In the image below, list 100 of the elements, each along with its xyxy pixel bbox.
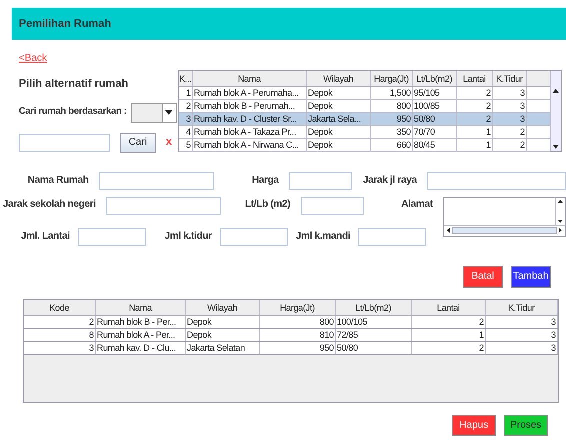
field-label: Nama Rumah: [26, 174, 89, 188]
name-field[interactable]: [98, 172, 214, 190]
search-by-label: Cari rumah berdasarkan :: [19, 105, 127, 120]
field-label: Lt/Lb (m2): [244, 198, 291, 212]
column-header[interactable]: Nama: [193, 71, 307, 86]
column-header[interactable]: Harga(Jt): [260, 300, 336, 314]
table-cell: 2: [412, 342, 486, 354]
column-header[interactable]: K...: [179, 71, 193, 86]
column-header[interactable]: Lt/Lb(m2): [413, 71, 457, 86]
table-cell: 70/70: [413, 126, 457, 138]
field-label: Jarak jl raya: [362, 174, 417, 188]
column-header[interactable]: Lantai: [412, 300, 486, 314]
field-label: Jml k.mandi: [296, 230, 350, 244]
road-distance-field[interactable]: [427, 172, 566, 190]
table-row[interactable]: 3 Rumah kav. D - Clu... Jakarta Selatan 950 50/80 2 3: [24, 342, 558, 354]
table-cell: 8: [24, 328, 96, 340]
floors-field[interactable]: [78, 228, 146, 246]
table-cell: 100/105: [336, 316, 412, 328]
field-label: Jarak sekolah negeri: [2, 198, 96, 212]
table-cell: 350: [371, 126, 413, 138]
table-cell: 1: [457, 139, 493, 151]
table-cell: 50/80: [413, 113, 457, 125]
table-cell: Rumah blok B - Perumah...: [193, 100, 307, 112]
column-header[interactable]: Wilayah: [307, 71, 371, 86]
school-distance-field[interactable]: [106, 196, 221, 214]
scrollbar[interactable]: [550, 71, 561, 151]
column-header[interactable]: Lt/Lb(m2): [336, 300, 412, 314]
scroll-down-icon[interactable]: [556, 218, 565, 224]
table-cell: 810: [260, 328, 336, 340]
table-cell: 660: [371, 139, 413, 151]
bathrooms-field[interactable]: [358, 228, 426, 246]
table-cell: 50/80: [336, 342, 412, 354]
table-cell: Rumah kav. D - Clu...: [96, 342, 186, 354]
cancel-button[interactable]: Batal: [463, 266, 503, 288]
table-cell: Depok: [307, 87, 371, 99]
table-row[interactable]: 5 Rumah blok A - Nirwana C... Depok 660 80/45 1 2: [179, 139, 550, 152]
table-cell: 1: [457, 126, 493, 138]
table-cell: 2: [457, 87, 493, 99]
table-cell: Rumah blok B - Per...: [96, 316, 186, 328]
table-cell: 2: [457, 113, 493, 125]
table-cell: 2: [493, 126, 527, 138]
column-header[interactable]: Wilayah: [186, 300, 260, 314]
column-header[interactable]: K.Tidur: [486, 300, 558, 314]
table-cell: 95/105: [413, 87, 457, 99]
table-cell: 3: [493, 113, 527, 125]
table-cell: Depok: [307, 126, 371, 138]
search-field[interactable]: [19, 134, 110, 152]
table-cell: 80/45: [413, 139, 457, 151]
table-cell: 800: [371, 100, 413, 112]
process-button[interactable]: Proses: [504, 414, 548, 436]
table-cell: 2: [457, 100, 493, 112]
panel-title: Pilih alternatif rumah: [19, 77, 130, 92]
table-cell: Rumah blok A - Nirwana C...: [193, 139, 307, 151]
add-button[interactable]: Tambah: [511, 266, 551, 288]
table-cell: Rumah blok A - Per...: [96, 328, 186, 340]
table-cell: 950: [260, 342, 336, 354]
table-cell: 3: [179, 113, 193, 125]
table-cell: 3: [486, 328, 558, 340]
table-cell: Jakarta Sela...: [307, 113, 371, 125]
table-cell: 3: [24, 342, 96, 354]
column-header[interactable]: K.Tidur: [493, 71, 527, 86]
address-field[interactable]: [443, 196, 566, 236]
table-row[interactable]: 8 Rumah blok A - Per... Depok 810 72/85 1 3: [24, 328, 558, 342]
table-row[interactable]: 3 Rumah kav. D - Cluster Sr... Jakarta Sela... 950 50/80 2 3: [179, 113, 550, 126]
scroll-down-icon[interactable]: [551, 143, 561, 151]
table-cell: Depok: [186, 328, 260, 340]
column-header[interactable]: Harga(Jt): [371, 71, 413, 86]
table-cell: 950: [371, 113, 413, 125]
field-label: Jml. Lantai: [20, 230, 70, 244]
table-row[interactable]: 4 Rumah blok A - Takaza Pr... Depok 350 70/70 1 2: [179, 126, 550, 139]
search-by-dropdown[interactable]: [130, 102, 177, 122]
column-header[interactable]: Nama: [96, 300, 186, 314]
caret-icon: [165, 110, 174, 115]
table-row[interactable]: 2 Rumah blok B - Perumah... Depok 800 100/85 2 3: [179, 100, 550, 113]
scroll-up-icon[interactable]: [551, 87, 561, 95]
table-row[interactable]: 1 Rumah blok A - Perumaha... Depok 1,500 95/105 2 3: [179, 87, 550, 100]
table-cell: 1,500: [371, 87, 413, 99]
bedrooms-field[interactable]: [220, 228, 288, 246]
table-cell: 3: [486, 316, 558, 328]
table-cell: 2: [412, 316, 486, 328]
table-cell: Rumah blok A - Perumaha...: [193, 87, 307, 99]
area-field[interactable]: [300, 196, 364, 214]
delete-button[interactable]: Hapus: [452, 414, 496, 436]
table-row[interactable]: 2 Rumah blok B - Per... Depok 800 100/105 2 3: [24, 316, 558, 328]
table-cell: Depok: [307, 139, 371, 151]
scroll-up-icon[interactable]: [556, 198, 565, 204]
table-cell: Rumah blok A - Takaza Pr...: [193, 126, 307, 138]
column-header[interactable]: Kode: [24, 300, 96, 314]
column-header[interactable]: Lantai: [457, 71, 493, 86]
search-button[interactable]: Cari: [120, 132, 156, 152]
table-cell: Depok: [307, 100, 371, 112]
price-field[interactable]: [288, 172, 352, 190]
table-cell: 100/85: [413, 100, 457, 112]
table-cell: Jakarta Selatan: [186, 342, 260, 354]
field-label: Harga: [251, 174, 279, 188]
table-cell: 1: [412, 328, 486, 340]
table-cell: 4: [179, 126, 193, 138]
table-cell: 2: [179, 100, 193, 112]
field-label: Alamat: [400, 198, 434, 212]
table-cell: 72/85: [336, 328, 412, 340]
